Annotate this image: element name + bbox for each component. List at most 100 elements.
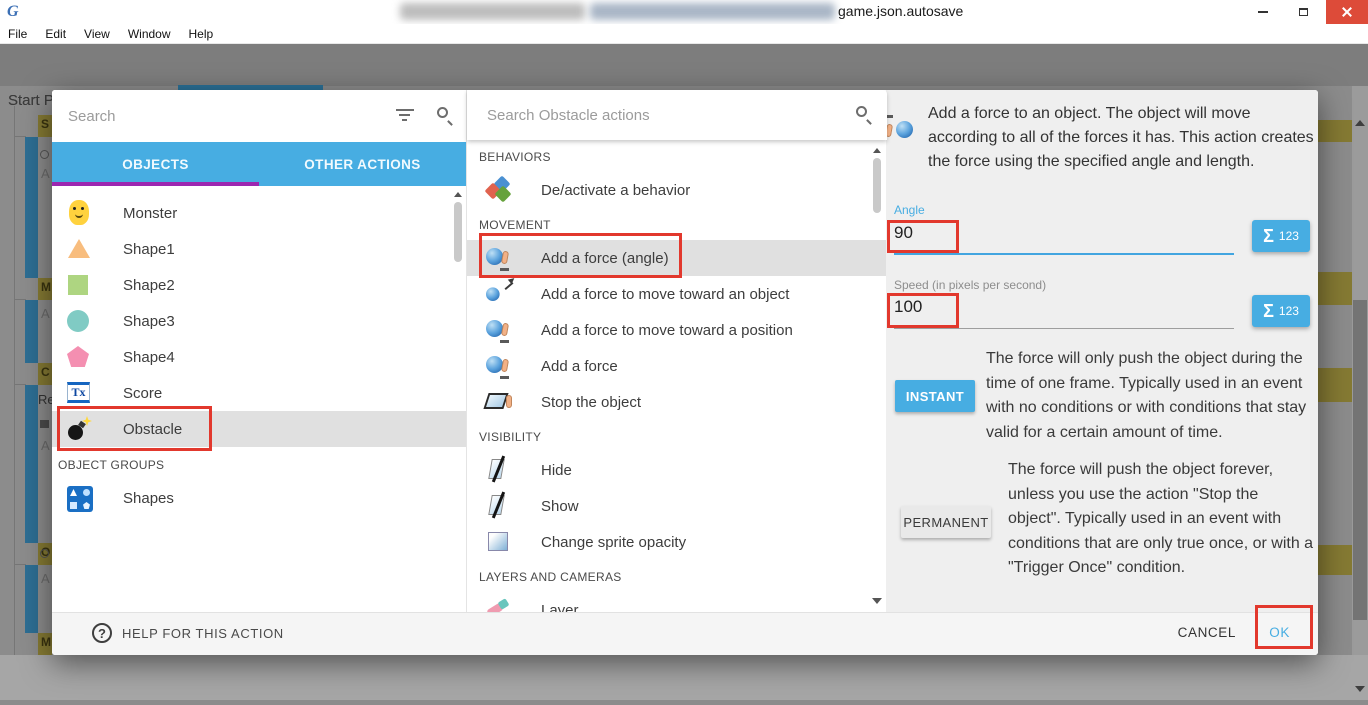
section-movement: MOVEMENT xyxy=(479,218,551,232)
action-change-opacity[interactable]: Change sprite opacity xyxy=(467,524,887,560)
objects-list: Monster Shape1 Shape2 Shape3 Shape4 xyxy=(52,186,466,612)
speed-underline xyxy=(894,328,1234,329)
opacity-icon xyxy=(486,529,512,555)
blurred-path xyxy=(400,3,585,20)
action-search-bar xyxy=(467,90,887,140)
stop-icon xyxy=(486,389,512,415)
scrollbar-thumb[interactable] xyxy=(454,202,462,262)
scrollbar-thumb[interactable] xyxy=(1353,300,1367,620)
search-icon[interactable] xyxy=(437,107,448,118)
tab-other-actions[interactable]: OTHER ACTIONS xyxy=(259,142,466,186)
force-icon xyxy=(486,353,512,379)
selected-event-bar xyxy=(25,300,38,363)
action-selector-panel: BEHAVIORS De/activate a behavior MOVEMEN… xyxy=(466,90,886,612)
action-add-force[interactable]: Add a force xyxy=(467,348,887,384)
help-icon: ? xyxy=(92,623,112,643)
help-link[interactable]: ? HELP FOR THIS ACTION xyxy=(92,623,284,643)
menu-help[interactable]: Help xyxy=(189,27,214,41)
monster-icon xyxy=(66,200,92,226)
list-item-shape4[interactable]: Shape4 xyxy=(52,339,466,375)
hide-icon xyxy=(486,457,512,483)
force-toward-object-icon xyxy=(486,281,512,307)
search-icon[interactable] xyxy=(856,106,867,117)
section-behaviors: BEHAVIORS xyxy=(479,150,551,164)
event-group-header: S xyxy=(38,115,52,137)
sigma-icon: Σ xyxy=(1263,301,1274,322)
menu-window[interactable]: Window xyxy=(128,27,171,41)
annotation-obstacle xyxy=(57,406,212,451)
menu-edit[interactable]: Edit xyxy=(45,27,66,41)
annotation-speed-value xyxy=(887,293,959,328)
event-group-header: M xyxy=(38,278,52,300)
group-icon xyxy=(67,486,93,512)
action-parameters-panel: Add a force to an object. The object wil… xyxy=(886,90,1318,612)
event-group-header: C xyxy=(38,363,52,385)
object-groups-header: OBJECT GROUPS xyxy=(58,458,164,472)
blurred-path-2 xyxy=(590,3,835,20)
minimize-button[interactable] xyxy=(1248,0,1278,24)
triangle-icon xyxy=(66,236,92,262)
restore-button[interactable] xyxy=(1288,0,1318,24)
gdevelop-window: G game.json.autosave File Edit View Wind… xyxy=(0,0,1368,705)
text-object-icon: Tx xyxy=(66,380,92,406)
event-group-header: M xyxy=(38,633,52,656)
action-deactivate-behavior[interactable]: De/activate a behavior xyxy=(467,172,887,208)
action-stop-object[interactable]: Stop the object xyxy=(467,384,887,420)
event-sheet-bottom: Add condition Add to Obstacle an instant… xyxy=(0,655,1368,700)
sigma-icon: Σ xyxy=(1263,226,1274,247)
scroll-up-icon[interactable] xyxy=(873,148,881,153)
instant-description: The force will only push the object duri… xyxy=(986,347,1312,445)
truncated-text: Re xyxy=(38,392,52,407)
circle-icon xyxy=(66,308,92,334)
restore-icon xyxy=(1299,8,1308,16)
speed-expression-button[interactable]: Σ 123 xyxy=(1252,295,1310,327)
action-show[interactable]: Show xyxy=(467,488,887,524)
show-icon xyxy=(486,493,512,519)
angle-underline xyxy=(894,253,1234,255)
action-force-toward-position[interactable]: Add a force to move toward a position xyxy=(467,312,887,348)
behavior-icon xyxy=(486,177,512,203)
scroll-up-icon[interactable] xyxy=(454,192,462,197)
action-hide[interactable]: Hide xyxy=(467,452,887,488)
list-item-shape2[interactable]: Shape2 xyxy=(52,267,466,303)
selected-event-bar xyxy=(25,565,38,633)
filter-icon[interactable] xyxy=(396,109,414,123)
scroll-down-icon[interactable] xyxy=(1355,686,1365,692)
tab-objects[interactable]: OBJECTS xyxy=(52,142,259,186)
square-icon xyxy=(66,272,92,298)
toolbar xyxy=(0,44,1368,86)
scroll-down-icon[interactable] xyxy=(872,598,882,604)
minimize-icon xyxy=(1258,11,1268,13)
close-button[interactable] xyxy=(1326,0,1368,24)
scroll-up-icon[interactable] xyxy=(1355,120,1365,126)
force-icon xyxy=(486,317,512,343)
selector-tabs: OBJECTS OTHER ACTIONS xyxy=(52,142,466,186)
title-bar: G game.json.autosave xyxy=(0,0,1368,24)
close-icon xyxy=(1341,6,1353,18)
menu-view[interactable]: View xyxy=(84,27,110,41)
menu-file[interactable]: File xyxy=(8,27,27,41)
list-item-shape3[interactable]: Shape3 xyxy=(52,303,466,339)
event-tree-line xyxy=(14,106,15,700)
action-force-toward-object[interactable]: Add a force to move toward an object xyxy=(467,276,887,312)
action-search-input[interactable] xyxy=(487,101,817,129)
pentagon-icon xyxy=(66,344,92,370)
scrollbar-thumb[interactable] xyxy=(873,158,881,213)
cancel-button[interactable]: CANCEL xyxy=(1178,625,1236,640)
object-search-input[interactable] xyxy=(68,102,368,130)
action-editor-dialog: OBJECTS OTHER ACTIONS Monster Shape1 Sha… xyxy=(52,90,1318,655)
list-item-shapes-group[interactable]: Shapes xyxy=(52,480,466,516)
angle-label: Angle xyxy=(894,203,925,217)
object-search-bar xyxy=(52,90,466,142)
condition-icon xyxy=(40,150,49,159)
permanent-button[interactable]: PERMANENT xyxy=(901,506,991,538)
list-item-monster[interactable]: Monster xyxy=(52,195,466,231)
event-group-header xyxy=(1318,368,1352,402)
instant-button[interactable]: INSTANT xyxy=(895,380,975,412)
list-item-shape1[interactable]: Shape1 xyxy=(52,231,466,267)
angle-expression-button[interactable]: Σ 123 xyxy=(1252,220,1310,252)
app-logo-icon: G xyxy=(7,3,24,20)
action-description: Add a force to an object. The object wil… xyxy=(928,102,1318,174)
object-selector-panel: OBJECTS OTHER ACTIONS Monster Shape1 Sha… xyxy=(52,90,466,612)
window-title: game.json.autosave xyxy=(838,3,963,19)
